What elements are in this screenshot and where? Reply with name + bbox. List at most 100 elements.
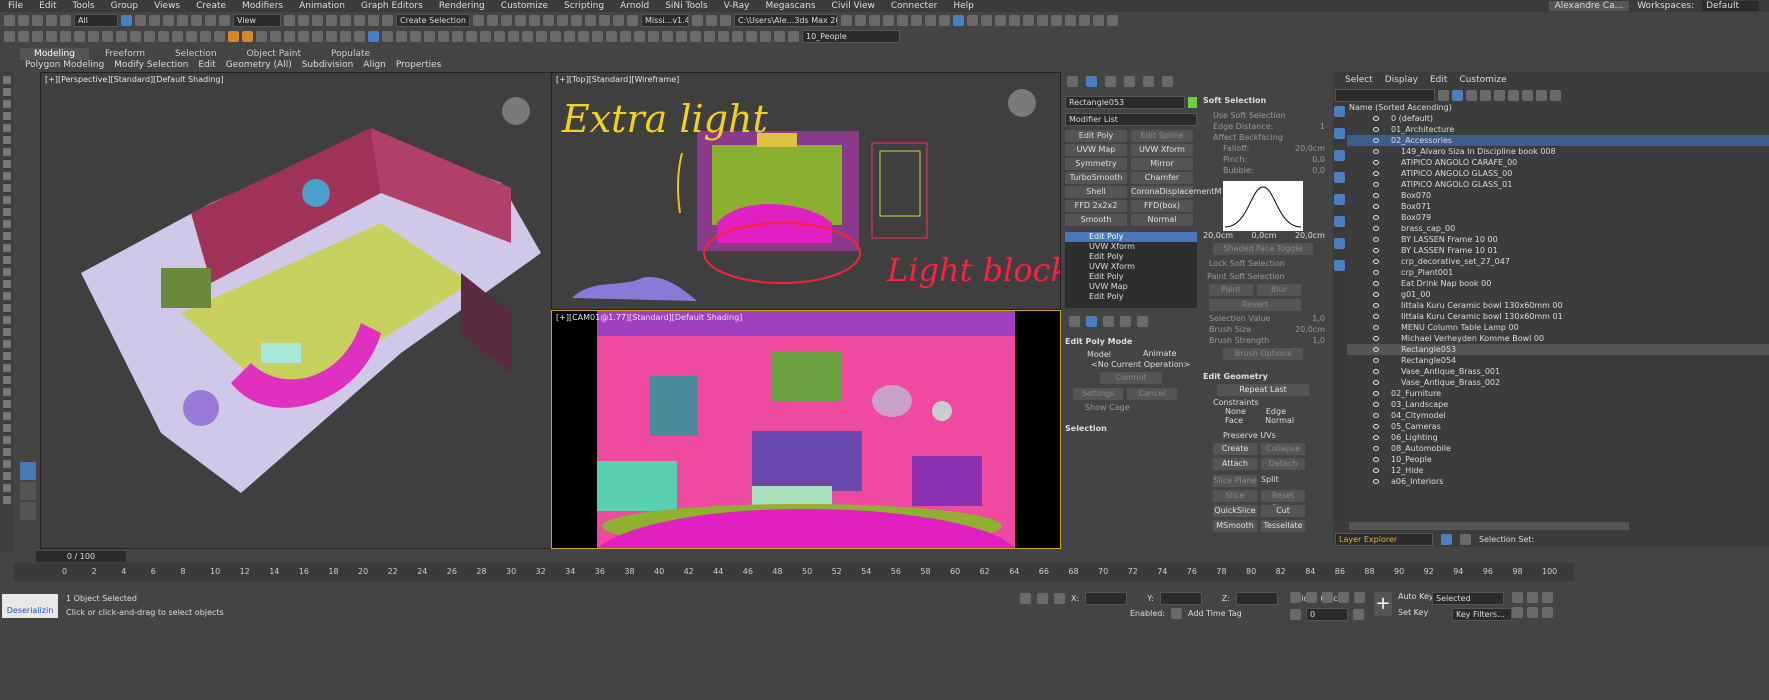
isolate-selection-icon[interactable] bbox=[1020, 593, 1031, 604]
project-icon[interactable] bbox=[883, 14, 894, 26]
show-cage-checkbox[interactable]: Show Cage bbox=[1065, 403, 1197, 412]
tool-icon-11[interactable] bbox=[3, 196, 11, 204]
measure-icon[interactable] bbox=[396, 30, 407, 42]
tool-icon-29[interactable] bbox=[3, 412, 11, 420]
layer-explorer-dropdown[interactable]: Layer Explorer bbox=[1335, 533, 1433, 546]
cylinder-icon[interactable] bbox=[116, 30, 127, 42]
tool-icon-31[interactable] bbox=[3, 436, 11, 444]
ribbon-tab-populate[interactable]: Populate bbox=[317, 48, 384, 60]
toggle-ribbon-icon[interactable] bbox=[529, 14, 540, 26]
create-tab-icon[interactable] bbox=[1067, 76, 1078, 87]
tool-icon-34[interactable] bbox=[3, 472, 11, 480]
commit-button[interactable]: Commit bbox=[1100, 372, 1162, 384]
sphere-icon[interactable] bbox=[102, 30, 113, 42]
vray-lister-icon[interactable] bbox=[592, 30, 603, 42]
viewport-layout-icon[interactable] bbox=[953, 14, 964, 26]
sphere-shade-icon[interactable] bbox=[718, 30, 729, 42]
tool-icon-12[interactable] bbox=[3, 208, 11, 216]
tool-icon-19[interactable] bbox=[3, 292, 11, 300]
layer-row[interactable]: 08_Automobile bbox=[1347, 443, 1769, 454]
selection-rollout[interactable]: Selection bbox=[1065, 424, 1197, 433]
tool-icon-16[interactable] bbox=[3, 256, 11, 264]
select-by-name-icon[interactable] bbox=[135, 14, 146, 26]
visibility-eye-icon[interactable] bbox=[1373, 160, 1379, 165]
move-icon[interactable] bbox=[177, 14, 188, 26]
layer-row[interactable]: 10_People bbox=[1347, 454, 1769, 465]
layer-row[interactable]: 01_Architecture bbox=[1347, 124, 1769, 135]
object-row[interactable]: crp_decorative_set_27_047 bbox=[1347, 256, 1769, 267]
set-key-button[interactable]: Set Key bbox=[1398, 608, 1428, 617]
hierarchy-tab-icon[interactable] bbox=[1105, 76, 1116, 87]
menu-sini-tools[interactable]: SiNi Tools bbox=[657, 1, 715, 11]
stack-item-edit-poly[interactable]: Edit Poly bbox=[1065, 232, 1197, 242]
visibility-eye-icon[interactable] bbox=[1373, 116, 1379, 121]
vray-light-icon[interactable] bbox=[438, 30, 449, 42]
visibility-eye-icon[interactable] bbox=[1373, 402, 1379, 407]
render-production-icon[interactable] bbox=[613, 14, 624, 26]
ungroup-icon[interactable] bbox=[340, 30, 351, 42]
visibility-eye-icon[interactable] bbox=[1373, 446, 1379, 451]
visibility-eye-icon[interactable] bbox=[1373, 259, 1379, 264]
current-frame-field[interactable]: 0 bbox=[1306, 608, 1348, 621]
top-viewport[interactable]: [+][Top][Standard][Wireframe] Extra ligh… bbox=[551, 72, 1061, 310]
modifier-button-coronadisplacementm[interactable]: CoronaDisplacementM bbox=[1131, 186, 1221, 198]
stack-item-edit-poly[interactable]: Edit Poly bbox=[1065, 272, 1197, 282]
maximize-viewport-icon[interactable] bbox=[995, 14, 1006, 26]
array-icon[interactable] bbox=[284, 30, 295, 42]
explorer-lock-icon[interactable] bbox=[1460, 534, 1471, 545]
modifier-button-ffd-box[interactable]: FFD(box) bbox=[1131, 200, 1193, 212]
visibility-eye-icon[interactable] bbox=[1373, 435, 1379, 440]
modifier-button-edit-poly[interactable]: Edit Poly bbox=[1065, 130, 1127, 142]
ribbon-tab-selection[interactable]: Selection bbox=[161, 48, 230, 60]
visibility-eye-icon[interactable] bbox=[1373, 226, 1379, 231]
object-row[interactable]: g01_00 bbox=[1347, 289, 1769, 300]
brush-size-spinner[interactable]: 20,0cm bbox=[1295, 325, 1325, 334]
brush-strength-spinner[interactable]: 1,0 bbox=[1312, 336, 1325, 345]
object-row[interactable]: Iittala Kuru Ceramic bowl 130x60mm 00 bbox=[1347, 300, 1769, 311]
material-icon[interactable] bbox=[424, 30, 435, 42]
modifier-button-chamfer[interactable]: Chamfer bbox=[1131, 172, 1193, 184]
filter-icon[interactable] bbox=[1452, 89, 1463, 101]
object-row[interactable]: Michael Verheyden Komme Bowl 00 bbox=[1347, 333, 1769, 344]
text-icon[interactable] bbox=[158, 30, 169, 42]
truck-icon[interactable] bbox=[1527, 607, 1538, 618]
menu-group[interactable]: Group bbox=[103, 1, 146, 11]
display-spacewarps-icon[interactable] bbox=[1334, 238, 1345, 249]
tool-icon-15[interactable] bbox=[3, 244, 11, 252]
zoom-extents-icon[interactable] bbox=[1037, 14, 1048, 26]
visibility-eye-icon[interactable] bbox=[1373, 215, 1379, 220]
object-row[interactable]: Box071 bbox=[1347, 201, 1769, 212]
hide-selection-icon[interactable] bbox=[32, 30, 43, 42]
menu-animation[interactable]: Animation bbox=[291, 1, 353, 11]
display-helpers-icon[interactable] bbox=[1334, 216, 1345, 227]
vray-extra-icon[interactable] bbox=[704, 30, 715, 42]
object-row[interactable]: Rectangle054 bbox=[1347, 355, 1769, 366]
menu-scripting[interactable]: Scripting bbox=[556, 1, 612, 11]
ribbon-panel-subdivision[interactable]: Subdivision bbox=[297, 60, 359, 71]
bind-spacewarp-icon[interactable] bbox=[60, 14, 71, 26]
light-icon[interactable] bbox=[186, 30, 197, 42]
object-row[interactable]: ATIPICO ANGOLO GLASS_00 bbox=[1347, 168, 1769, 179]
menu-connecter[interactable]: Connecter bbox=[883, 1, 945, 11]
visibility-eye-icon[interactable] bbox=[1373, 138, 1379, 143]
object-row[interactable]: Eat Drink Nap book 00 bbox=[1347, 278, 1769, 289]
project-folder-icon[interactable] bbox=[869, 14, 880, 26]
modifier-button-symmetry[interactable]: Symmetry bbox=[1065, 158, 1127, 170]
modifier-button-edit-spline[interactable]: Edit Spline bbox=[1131, 130, 1193, 142]
split-checkbox[interactable]: Split bbox=[1261, 475, 1305, 487]
rotate-icon[interactable] bbox=[191, 14, 202, 26]
utilities-tab-icon[interactable] bbox=[1162, 76, 1173, 87]
create-button[interactable]: Create bbox=[1213, 443, 1257, 455]
edge-distance-spinner[interactable]: 1 bbox=[1320, 122, 1325, 131]
menu-customize[interactable]: Customize bbox=[493, 1, 556, 11]
vray-ipr-icon[interactable] bbox=[578, 30, 589, 42]
menu-rendering[interactable]: Rendering bbox=[431, 1, 493, 11]
play-icon[interactable] bbox=[1322, 592, 1333, 603]
menu-tools[interactable]: Tools bbox=[65, 1, 103, 11]
zoom-icon[interactable] bbox=[1009, 14, 1020, 26]
layer-row[interactable]: 04_Citymodel bbox=[1347, 410, 1769, 421]
tool-icon-9[interactable] bbox=[3, 172, 11, 180]
motion-tab-icon[interactable] bbox=[1124, 76, 1135, 87]
select-icon[interactable] bbox=[4, 30, 15, 42]
tool-icon-22[interactable] bbox=[3, 328, 11, 336]
